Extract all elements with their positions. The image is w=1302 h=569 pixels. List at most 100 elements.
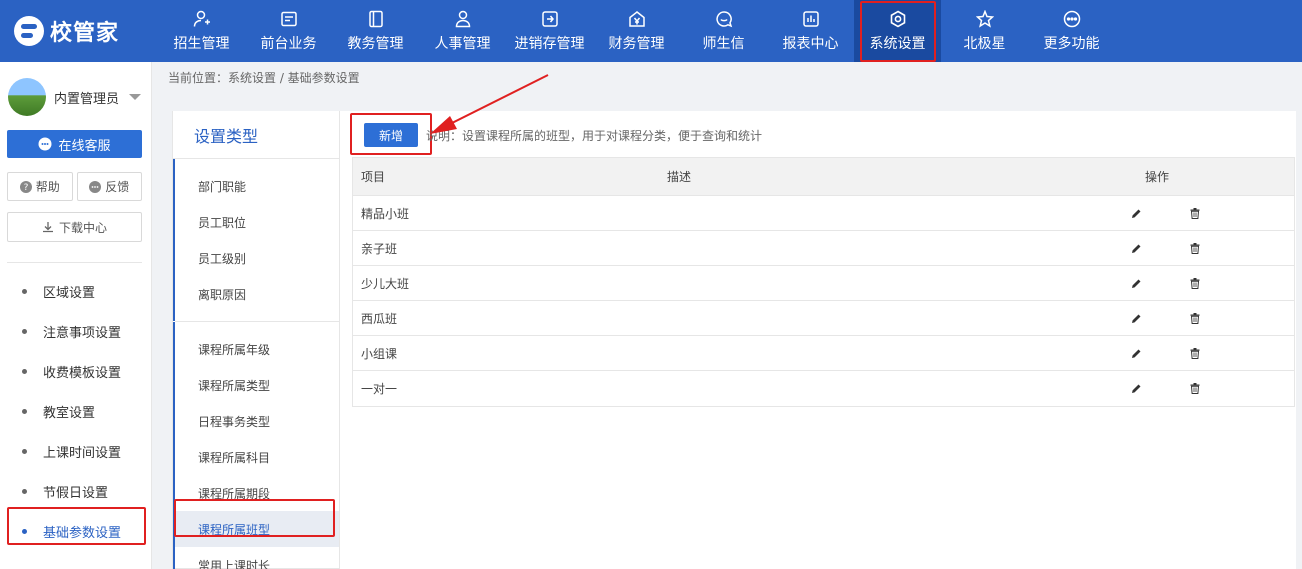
gear-icon xyxy=(888,9,908,29)
spacer xyxy=(173,159,339,168)
top-nav-bar: 校管家 招生管理 前台业务 教务管理 人事管理 进销存管理 财务管理 师生信 报… xyxy=(0,0,1302,62)
book-icon xyxy=(366,9,386,29)
type-item-course-term[interactable]: 课程所属期段 xyxy=(173,475,339,511)
cell-ops xyxy=(1131,206,1294,220)
menu-item-holiday[interactable]: 节假日设置 xyxy=(0,471,152,511)
content-panel: 设置类型 部门职能 员工职位 员工级别 离职原因 课程所属年级 课程所属类型 日… xyxy=(172,74,1296,569)
menu-item-label: 区域设置 xyxy=(43,285,96,301)
online-service-button[interactable]: 在线客服 xyxy=(7,130,142,158)
card-icon xyxy=(279,9,299,29)
user-name: 内置管理员 xyxy=(54,91,120,107)
bullet xyxy=(22,408,27,414)
cell-ops xyxy=(1131,382,1294,396)
nav-label: 招生管理 xyxy=(173,36,230,52)
online-service-label: 在线客服 xyxy=(58,138,111,154)
type-item-course-type[interactable]: 课程所属类型 xyxy=(173,367,339,403)
nav-label: 教务管理 xyxy=(347,36,404,52)
nav-label: 北极星 xyxy=(963,36,1006,52)
menu-item-region[interactable]: 区域设置 xyxy=(0,271,152,311)
left-sidebar: 内置管理员 在线客服 ? 帮助 反馈 下载中心 区域设置 注意事项设置 收费模板… xyxy=(0,62,152,569)
table-header: 项目 描述 操作 xyxy=(353,158,1294,196)
pencil-icon[interactable] xyxy=(1129,346,1143,360)
pencil-icon[interactable] xyxy=(1129,311,1143,325)
pencil-icon[interactable] xyxy=(1129,241,1143,255)
question-icon: ? xyxy=(19,180,32,193)
setting-type-list: 设置类型 部门职能 员工职位 员工级别 离职原因 课程所属年级 课程所属类型 日… xyxy=(172,111,340,569)
download-center-button[interactable]: 下载中心 xyxy=(7,212,142,242)
brand-name: 校管家 xyxy=(50,21,120,46)
type-item-course-class-type[interactable]: 课程所属班型 xyxy=(173,511,339,547)
table-row: 精品小班 xyxy=(353,196,1294,231)
nav-item-finance[interactable]: 财务管理 xyxy=(593,0,680,62)
nav-label: 系统设置 xyxy=(869,36,926,52)
menu-item-basic-params[interactable]: 基础参数设置 xyxy=(0,511,152,551)
trash-icon[interactable] xyxy=(1188,311,1202,325)
headset-icon xyxy=(38,137,52,151)
pencil-icon[interactable] xyxy=(1129,276,1143,290)
pencil-icon[interactable] xyxy=(1129,382,1143,396)
nav-label: 进销存管理 xyxy=(514,36,585,52)
nav-item-polaris[interactable]: 北极星 xyxy=(941,0,1028,62)
star-icon xyxy=(975,9,995,29)
header-ops: 操作 xyxy=(1145,170,1170,184)
nav-item-front-desk[interactable]: 前台业务 xyxy=(245,0,332,62)
chat-icon xyxy=(714,9,734,29)
cell-item: 精品小班 xyxy=(361,206,410,221)
nav-item-hr[interactable]: 人事管理 xyxy=(419,0,506,62)
pencil-icon[interactable] xyxy=(1129,206,1143,220)
more-icon xyxy=(1062,9,1082,29)
feedback-label: 反馈 xyxy=(105,180,130,194)
feedback-button[interactable]: 反馈 xyxy=(76,172,142,201)
divider xyxy=(7,262,142,263)
nav-label: 报表中心 xyxy=(782,36,839,52)
nav-item-reports[interactable]: 报表中心 xyxy=(767,0,854,62)
bullet xyxy=(22,328,27,334)
trash-icon[interactable] xyxy=(1188,382,1202,396)
cell-ops xyxy=(1131,346,1294,360)
add-button[interactable]: 新增 xyxy=(364,123,418,147)
menu-item-notices[interactable]: 注意事项设置 xyxy=(0,311,152,351)
trash-icon[interactable] xyxy=(1188,276,1202,290)
settings-menu: 区域设置 注意事项设置 收费模板设置 教室设置 上课时间设置 节假日设置 基础参… xyxy=(0,271,152,551)
nav-item-enrollment[interactable]: 招生管理 xyxy=(158,0,245,62)
type-item-course-subject[interactable]: 课程所属科目 xyxy=(173,439,339,475)
trash-icon[interactable] xyxy=(1188,206,1202,220)
type-item-staff-level[interactable]: 员工级别 xyxy=(173,240,339,276)
bullet xyxy=(22,368,27,374)
menu-item-label: 节假日设置 xyxy=(43,485,109,501)
nav-item-inventory[interactable]: 进销存管理 xyxy=(506,0,593,62)
menu-item-fee-template[interactable]: 收费模板设置 xyxy=(0,351,152,391)
cell-ops xyxy=(1131,311,1294,325)
menu-item-label: 上课时间设置 xyxy=(43,445,122,461)
menu-item-classroom[interactable]: 教室设置 xyxy=(0,391,152,431)
user-menu[interactable]: 内置管理员 xyxy=(8,78,142,116)
menu-item-label: 基础参数设置 xyxy=(43,525,122,541)
menu-item-class-time[interactable]: 上课时间设置 xyxy=(0,431,152,471)
nav-item-system-settings[interactable]: 系统设置 xyxy=(854,0,941,62)
type-item-common-duration[interactable]: 常用上课时长 xyxy=(173,547,339,569)
type-item-schedule-type[interactable]: 日程事务类型 xyxy=(173,403,339,439)
nav-item-academic[interactable]: 教务管理 xyxy=(332,0,419,62)
chart-icon xyxy=(801,9,821,29)
avatar xyxy=(8,78,46,116)
type-item-leave-reason[interactable]: 离职原因 xyxy=(173,276,339,312)
box-arrow-icon xyxy=(540,9,560,29)
trash-icon[interactable] xyxy=(1188,241,1202,255)
trash-icon[interactable] xyxy=(1188,346,1202,360)
feedback-icon xyxy=(89,180,102,193)
help-button[interactable]: ? 帮助 xyxy=(7,172,73,201)
type-item-course-grade[interactable]: 课程所属年级 xyxy=(173,331,339,367)
cell-ops xyxy=(1131,276,1294,290)
person-icon xyxy=(453,9,473,29)
nav-item-messages[interactable]: 师生信 xyxy=(680,0,767,62)
menu-item-label: 教室设置 xyxy=(43,405,96,421)
yuan-house-icon xyxy=(627,9,647,29)
type-item-dept-function[interactable]: 部门职能 xyxy=(173,168,339,204)
nav-item-more[interactable]: 更多功能 xyxy=(1028,0,1115,62)
user-plus-icon xyxy=(192,9,212,29)
brand-logo[interactable]: 校管家 xyxy=(14,14,119,48)
cell-item: 少儿大班 xyxy=(361,276,410,291)
table-row: 亲子班 xyxy=(353,231,1294,266)
type-item-staff-position[interactable]: 员工职位 xyxy=(173,204,339,240)
menu-item-label: 收费模板设置 xyxy=(43,365,122,381)
